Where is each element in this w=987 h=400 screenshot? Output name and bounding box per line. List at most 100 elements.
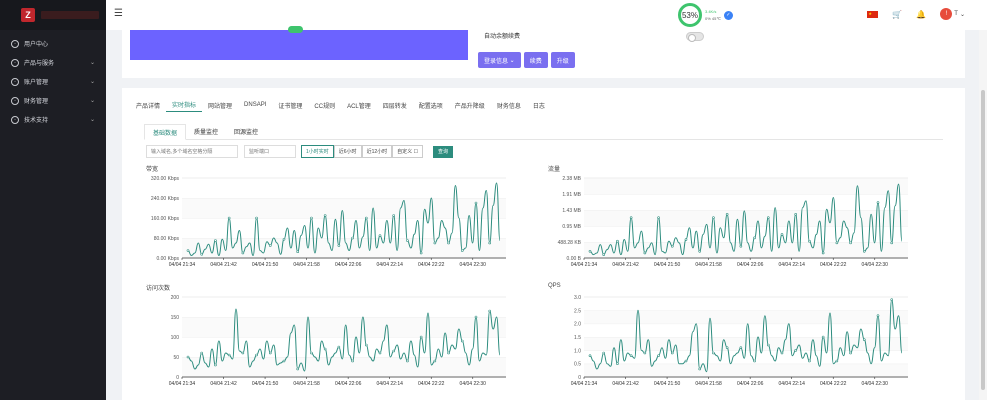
bell-icon[interactable]: 🔔 — [916, 10, 926, 19]
data-point — [794, 349, 798, 352]
y-tick-label: 1.5 — [574, 335, 581, 341]
data-point — [406, 239, 409, 242]
login-info-label: 登录信息 — [484, 58, 509, 65]
login-info-button[interactable]: 登录信息 ⌄ — [478, 52, 521, 68]
chart-title: 访问次数 — [146, 286, 171, 292]
scrollbar-thumb[interactable] — [981, 90, 985, 390]
data-point — [474, 315, 478, 319]
x-tick-label: 04/04 22:30 — [460, 381, 487, 387]
avatar: ! — [940, 8, 953, 20]
tab-upgrade[interactable]: 产品升降级 — [449, 98, 491, 112]
x-tick-label: 04/04 21:50 — [252, 381, 279, 387]
data-point — [670, 244, 674, 248]
y-tick-label: 3.0 — [574, 295, 581, 301]
subtab-origin[interactable]: 回源监控 — [226, 124, 266, 139]
data-point — [588, 354, 592, 357]
product-overview: 自动余额续费 登录信息 ⌄ 续费 升级 — [122, 26, 965, 78]
tab-cc-rules[interactable]: CC规则 — [308, 98, 341, 112]
network-stats: 3.4K/s 0% 45℃ — [705, 8, 721, 22]
renew-button[interactable]: 续费 — [523, 52, 548, 68]
x-tick-label: 04/04 21:42 — [210, 262, 237, 268]
domain-input[interactable] — [146, 145, 238, 158]
data-point — [698, 249, 702, 253]
topbar: ☰ 53% 3.4K/s 0% 45℃ ✓ 🛒 🔔 ! T ⌄ — [106, 0, 987, 30]
logo[interactable]: Z — [0, 0, 106, 30]
data-point — [392, 349, 396, 353]
chart-svg: 00.51.01.52.02.53.004/04 21:34 04/04 21:4… — [571, 295, 908, 387]
sidebar-item-finance[interactable]: ◦ 财务管理 ⌄ — [0, 91, 106, 110]
page-scrollbar[interactable] — [979, 30, 987, 400]
range-6h[interactable]: 近6小时 — [333, 145, 362, 158]
data-point — [200, 351, 204, 355]
system-monitor[interactable]: 53% 3.4K/s 0% 45℃ ✓ — [678, 2, 746, 28]
tab-l4-forward[interactable]: 四层转发 — [377, 98, 413, 112]
range-1h[interactable]: 1小时实时 — [301, 145, 334, 158]
gear-icon: ◦ — [11, 58, 19, 67]
tab-acl[interactable]: ACL管理 — [341, 98, 377, 112]
china-flag-icon[interactable] — [867, 10, 879, 18]
user-menu[interactable]: ! T ⌄ — [940, 8, 965, 20]
data-point — [378, 234, 382, 237]
y-tick-label: 1.0 — [574, 348, 581, 354]
x-tick-label: 04/04 21:58 — [695, 381, 722, 387]
tab-site-management[interactable]: 网站管理 — [202, 98, 238, 112]
data-point — [268, 351, 272, 355]
data-point — [588, 249, 592, 253]
sidebar-item-account[interactable]: ◦ 账户管理 ⌄ — [0, 72, 106, 91]
subtab-quality[interactable]: 质量监控 — [186, 124, 226, 139]
data-point — [419, 251, 423, 255]
data-point — [616, 362, 619, 365]
sidebar-item-products[interactable]: ◦ 产品与服务 ⌄ — [0, 53, 106, 72]
tab-dnsapi[interactable]: DNSAPI — [238, 98, 272, 112]
grid-band — [182, 297, 506, 317]
tab-realtime-metrics[interactable]: 实时指标 — [166, 98, 203, 112]
x-tick-label: 04/04 21:34 — [571, 262, 598, 268]
tab-certificates[interactable]: 证书管理 — [272, 98, 308, 112]
data-point — [712, 216, 715, 219]
data-point — [241, 251, 245, 255]
sidebar-item-support[interactable]: ◦ 技术支持 ⌄ — [0, 110, 106, 129]
upgrade-button[interactable]: 升级 — [550, 52, 575, 68]
sidebar-item-label: 账户管理 — [24, 80, 49, 86]
data-point — [684, 359, 688, 363]
coin-icon: ◦ — [11, 96, 19, 105]
data-point — [835, 241, 839, 245]
range-12h[interactable]: 近12小时 — [361, 145, 393, 158]
grid-band — [584, 363, 908, 377]
data-point — [323, 214, 327, 217]
data-point — [337, 345, 341, 349]
chevron-down-icon: ⌄ — [89, 79, 95, 85]
person-icon: ◦ — [11, 77, 19, 86]
data-point — [602, 253, 606, 256]
data-point — [643, 251, 647, 255]
data-point — [227, 353, 231, 357]
port-input[interactable] — [244, 145, 296, 158]
data-point — [255, 216, 258, 220]
x-tick-label: 04/04 21:34 — [571, 381, 598, 387]
data-point — [670, 351, 674, 355]
hamburger-icon[interactable]: ☰ — [114, 8, 123, 19]
x-tick-label: 04/04 21:34 — [169, 262, 196, 268]
subtab-basic[interactable]: 基础数据 — [144, 124, 187, 140]
tab-logs[interactable]: 日志 — [527, 98, 551, 112]
x-tick-label: 04/04 22:06 — [737, 381, 764, 387]
data-point — [460, 249, 464, 252]
range-custom[interactable]: 自定义 ☐ — [392, 145, 423, 158]
chart-qps: QPS 0 0.5 1.0 1.5 2.0 2.5 3.0 04/04 21:34 04/04 … — [548, 283, 918, 391]
cart-icon[interactable]: 🛒 — [892, 10, 902, 19]
data-point — [794, 213, 798, 216]
data-point — [364, 216, 368, 220]
chevron-down-icon: ⌄ — [89, 117, 95, 123]
y-tick-label: 488.28 KB — [558, 240, 582, 246]
y-tick-label: 50 — [173, 355, 179, 361]
grid-band — [182, 178, 506, 198]
tab-product-detail[interactable]: 产品详情 — [130, 98, 166, 112]
data-point — [725, 346, 729, 349]
grid-band — [182, 238, 506, 258]
sidebar-item-user-center[interactable]: ◦ 用户中心 — [0, 34, 106, 53]
query-button[interactable]: 查询 — [433, 145, 454, 158]
tab-config[interactable]: 配置选项 — [413, 98, 449, 112]
data-point — [460, 339, 464, 343]
autorenew-toggle[interactable] — [686, 32, 704, 42]
tab-finance[interactable]: 财务信息 — [491, 98, 527, 112]
